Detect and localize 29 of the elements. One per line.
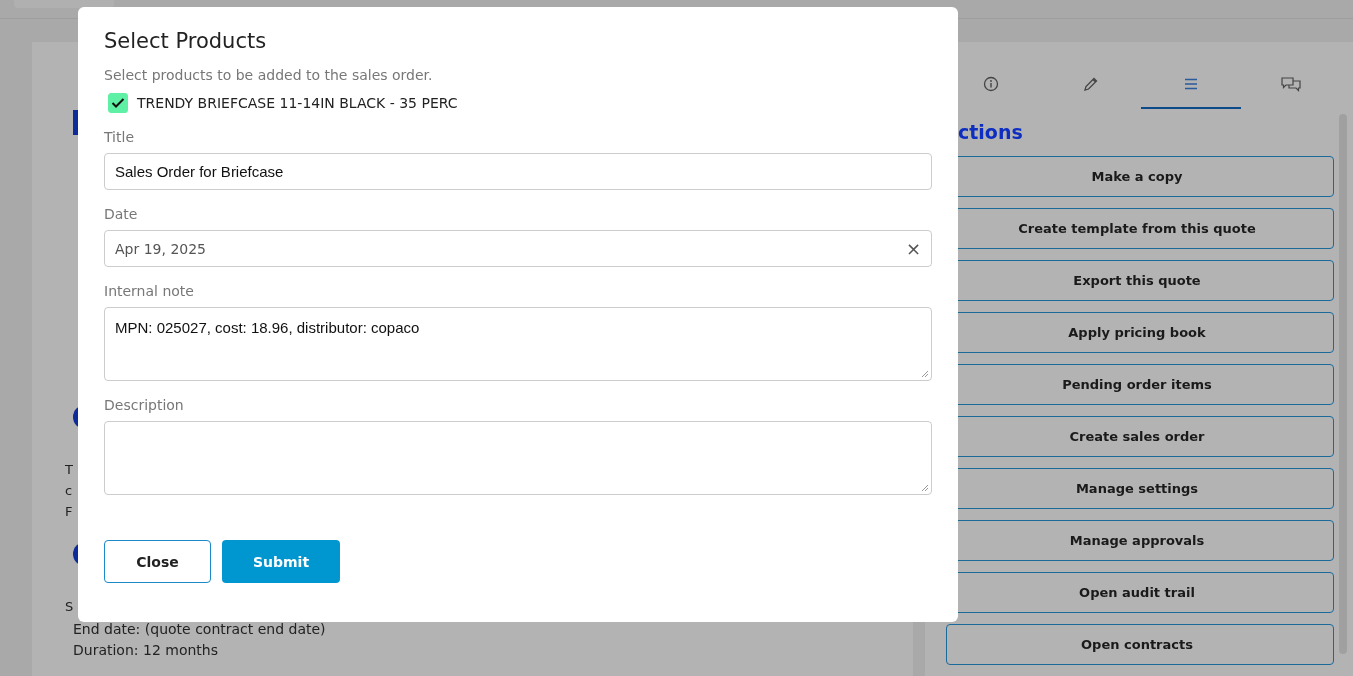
resize-handle-icon[interactable] xyxy=(920,369,929,378)
date-field[interactable]: Apr 19, 2025 × xyxy=(104,230,932,267)
description-field[interactable] xyxy=(104,421,932,495)
resize-handle-icon[interactable] xyxy=(920,483,929,492)
note-field[interactable]: MPN: 025027, cost: 18.96, distributor: copaco xyxy=(104,307,932,381)
chat-icon xyxy=(1280,76,1302,92)
checkmark-icon xyxy=(111,97,125,109)
text-fragment: S xyxy=(65,598,75,616)
text-fragment: c xyxy=(65,482,74,500)
product-label: TRENDY BRIEFCASE 11-14IN BLACK - 35 PERC xyxy=(137,95,458,111)
text-fragment: F xyxy=(65,503,74,521)
dialog-subtitle: Select products to be added to the sales order. xyxy=(104,67,434,83)
checkbox[interactable] xyxy=(108,93,128,113)
text-fragment: T xyxy=(65,461,74,479)
action-button[interactable]: Open contracts xyxy=(946,624,1334,665)
contract-detail: End date: (quote contract end date) xyxy=(73,620,327,639)
info-icon xyxy=(983,76,999,92)
clear-button[interactable]: × xyxy=(905,238,921,259)
field-label: Title xyxy=(104,129,135,145)
panel-heading: ctions xyxy=(958,121,1024,143)
dialog-title: Select Products xyxy=(104,29,268,53)
field-label: Description xyxy=(104,397,185,413)
title-field[interactable]: Sales Order for Briefcase xyxy=(104,153,932,190)
menu-icon xyxy=(1183,76,1199,92)
close-button[interactable]: Close xyxy=(104,540,211,583)
field-label: Internal note xyxy=(104,283,195,299)
field-label: Date xyxy=(104,206,139,222)
contract-detail: Duration: 12 months xyxy=(73,641,219,660)
pencil-icon xyxy=(1083,76,1099,92)
